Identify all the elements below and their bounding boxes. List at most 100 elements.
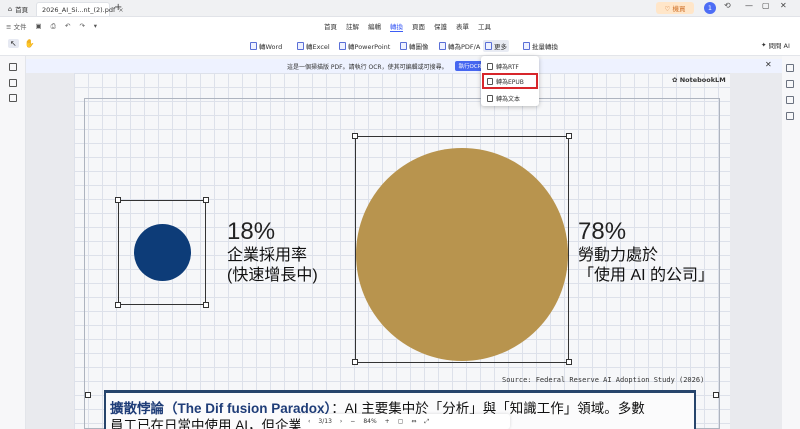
layers-icon[interactable] <box>786 112 794 120</box>
main-menu: 首頁 註解 編輯 轉換 頁面 保護 表單 工具 <box>324 21 491 32</box>
hand-icon[interactable]: ✋ <box>25 39 35 48</box>
frame-handle <box>203 302 209 308</box>
file-menu-label[interactable]: 文件 <box>14 23 27 31</box>
menu-item-to-rtf-label: 轉為RTF <box>496 63 519 71</box>
more-label: 更多 <box>494 43 507 51</box>
fit-width-icon[interactable]: ⇔ <box>411 418 416 425</box>
zoom-level[interactable]: 84% <box>363 418 376 425</box>
menu-item-protect[interactable]: 保護 <box>434 21 447 32</box>
menu-item-convert[interactable]: 轉換 <box>390 21 403 32</box>
quick-toolbar: ≡ 文件 ▣ ⎙ ↶ ↷ ▾ <box>6 21 97 32</box>
close-window-icon[interactable]: ✕ <box>780 1 787 10</box>
frame-handle <box>352 359 358 365</box>
chevron-down-icon[interactable]: ▾ <box>94 22 97 30</box>
frame-handle <box>115 197 121 203</box>
highlight-box <box>482 73 538 89</box>
more-icon <box>485 42 492 50</box>
to-excel-label: 轉Excel <box>306 43 330 51</box>
ai-sparkle-icon: ✦ <box>761 41 767 49</box>
frame-handle <box>115 302 121 308</box>
watermark-logo: ✿ NotebookLM <box>672 76 726 84</box>
settings-icon[interactable] <box>786 96 794 104</box>
tab-document-label: 2026_AI_Si...nt_(2).pdf <box>42 5 116 14</box>
bookmark-icon[interactable] <box>9 79 17 87</box>
page-indicator[interactable]: 3/13 <box>318 418 331 425</box>
right-stat-line2: 「使用 AI 的公司」 <box>578 267 715 284</box>
avatar[interactable]: 1 <box>704 2 716 14</box>
maximize-icon[interactable]: ▢ <box>762 1 770 10</box>
image-icon <box>400 42 407 50</box>
menu-item-to-rtf[interactable]: 轉為RTF <box>487 61 519 71</box>
to-ppt-button[interactable]: 轉PowerPoint <box>337 40 392 52</box>
home-icon: ⌂ <box>8 5 13 13</box>
to-excel-button[interactable]: 轉Excel <box>295 40 332 52</box>
minimize-icon[interactable]: — <box>745 1 753 10</box>
fit-page-icon[interactable]: ▢ <box>398 418 404 425</box>
to-word-button[interactable]: 轉Word <box>248 40 284 52</box>
next-page-icon[interactable]: › <box>340 418 342 425</box>
menu-item-home[interactable]: 首頁 <box>324 21 337 32</box>
to-image-label: 轉圖像 <box>409 43 429 51</box>
menu-item-to-text-label: 轉為文本 <box>496 95 521 103</box>
upgrade-button[interactable]: ♡ 機買 <box>656 2 694 14</box>
comment-icon[interactable] <box>9 94 17 102</box>
select-cursor-icon[interactable]: ↖ <box>8 39 19 48</box>
frame-handle <box>713 392 719 398</box>
right-stat-percent: 78% <box>578 218 627 245</box>
source-citation: Source: Federal Reserve AI Adoption Stud… <box>502 376 705 384</box>
pointer-tools: ↖ ✋ <box>8 39 35 48</box>
search-icon[interactable] <box>786 64 794 72</box>
menu-item-annotate[interactable]: 註解 <box>346 21 359 32</box>
close-icon[interactable]: ✕ <box>765 60 772 69</box>
adoption-circle <box>134 224 191 281</box>
frame-handle <box>203 197 209 203</box>
word-icon <box>250 42 257 50</box>
frame-handle <box>566 133 572 139</box>
tab-document[interactable]: 2026_AI_Si...nt_(2).pdf × <box>36 2 124 16</box>
save-icon[interactable]: ▣ <box>36 22 42 30</box>
menu-icon[interactable]: ≡ 文件 <box>6 21 27 31</box>
batch-icon <box>523 42 530 50</box>
text-icon <box>487 94 493 102</box>
powerpoint-icon <box>339 42 346 50</box>
left-stat-line2: (快速增長中) <box>227 267 318 284</box>
frame-handle <box>85 392 91 398</box>
ocr-notice-text: 這是一個掃描版 PDF。請執行 OCR，使其可編輯或可搜尋。 <box>287 64 448 71</box>
excel-icon <box>297 42 304 50</box>
menu-item-form[interactable]: 表單 <box>456 21 469 32</box>
zoom-in-icon[interactable]: + <box>385 418 390 425</box>
sync-icon[interactable]: ⟲ <box>724 1 731 10</box>
left-stat-line1: 企業採用率 <box>227 247 308 264</box>
prev-page-icon[interactable]: ‹ <box>308 418 310 425</box>
print-icon[interactable]: ⎙ <box>51 22 56 31</box>
undo-icon[interactable]: ↶ <box>65 22 70 30</box>
tab-home[interactable]: ⌂ 首頁 <box>3 2 33 16</box>
menu-item-page[interactable]: 頁面 <box>412 21 425 32</box>
paradox-title: 擴散悖論（The Dif fusion Paradox） <box>110 401 332 416</box>
pdfa-icon <box>439 42 446 50</box>
redo-icon[interactable]: ↷ <box>79 22 84 30</box>
to-ppt-label: 轉PowerPoint <box>348 43 391 51</box>
fullscreen-icon[interactable]: ⤢ <box>424 418 429 426</box>
ask-ai-label: 問問 AI <box>768 42 790 50</box>
menu-item-to-text[interactable]: 轉為文本 <box>487 93 520 103</box>
menu-item-edit[interactable]: 編輯 <box>368 21 381 32</box>
zoom-out-icon[interactable]: − <box>350 418 355 425</box>
frame-handle <box>566 359 572 365</box>
properties-icon[interactable] <box>786 80 794 88</box>
batch-label: 批量轉換 <box>532 43 558 51</box>
right-stat-line1: 勞動力處於 <box>578 247 659 264</box>
menu-item-tools[interactable]: 工具 <box>478 21 491 32</box>
rtf-icon <box>487 62 493 70</box>
workforce-circle <box>356 148 568 361</box>
batch-convert-button[interactable]: 批量轉換 <box>521 40 560 52</box>
more-button[interactable]: 更多 <box>483 40 509 52</box>
new-tab-button[interactable]: + <box>114 2 122 13</box>
to-image-button[interactable]: 轉圖像 <box>398 40 431 52</box>
zoom-toolbar: ‹ 3/13 › − 84% + ▢ ⇔ ⤢ <box>300 414 510 429</box>
thumbnails-icon[interactable] <box>9 63 17 71</box>
to-pdfa-button[interactable]: 轉為PDF/A <box>437 40 482 52</box>
to-pdfa-label: 轉為PDF/A <box>448 43 481 51</box>
ask-ai-button[interactable]: ✦ 問問 AI <box>761 40 790 50</box>
watermark-label: NotebookLM <box>679 76 726 84</box>
